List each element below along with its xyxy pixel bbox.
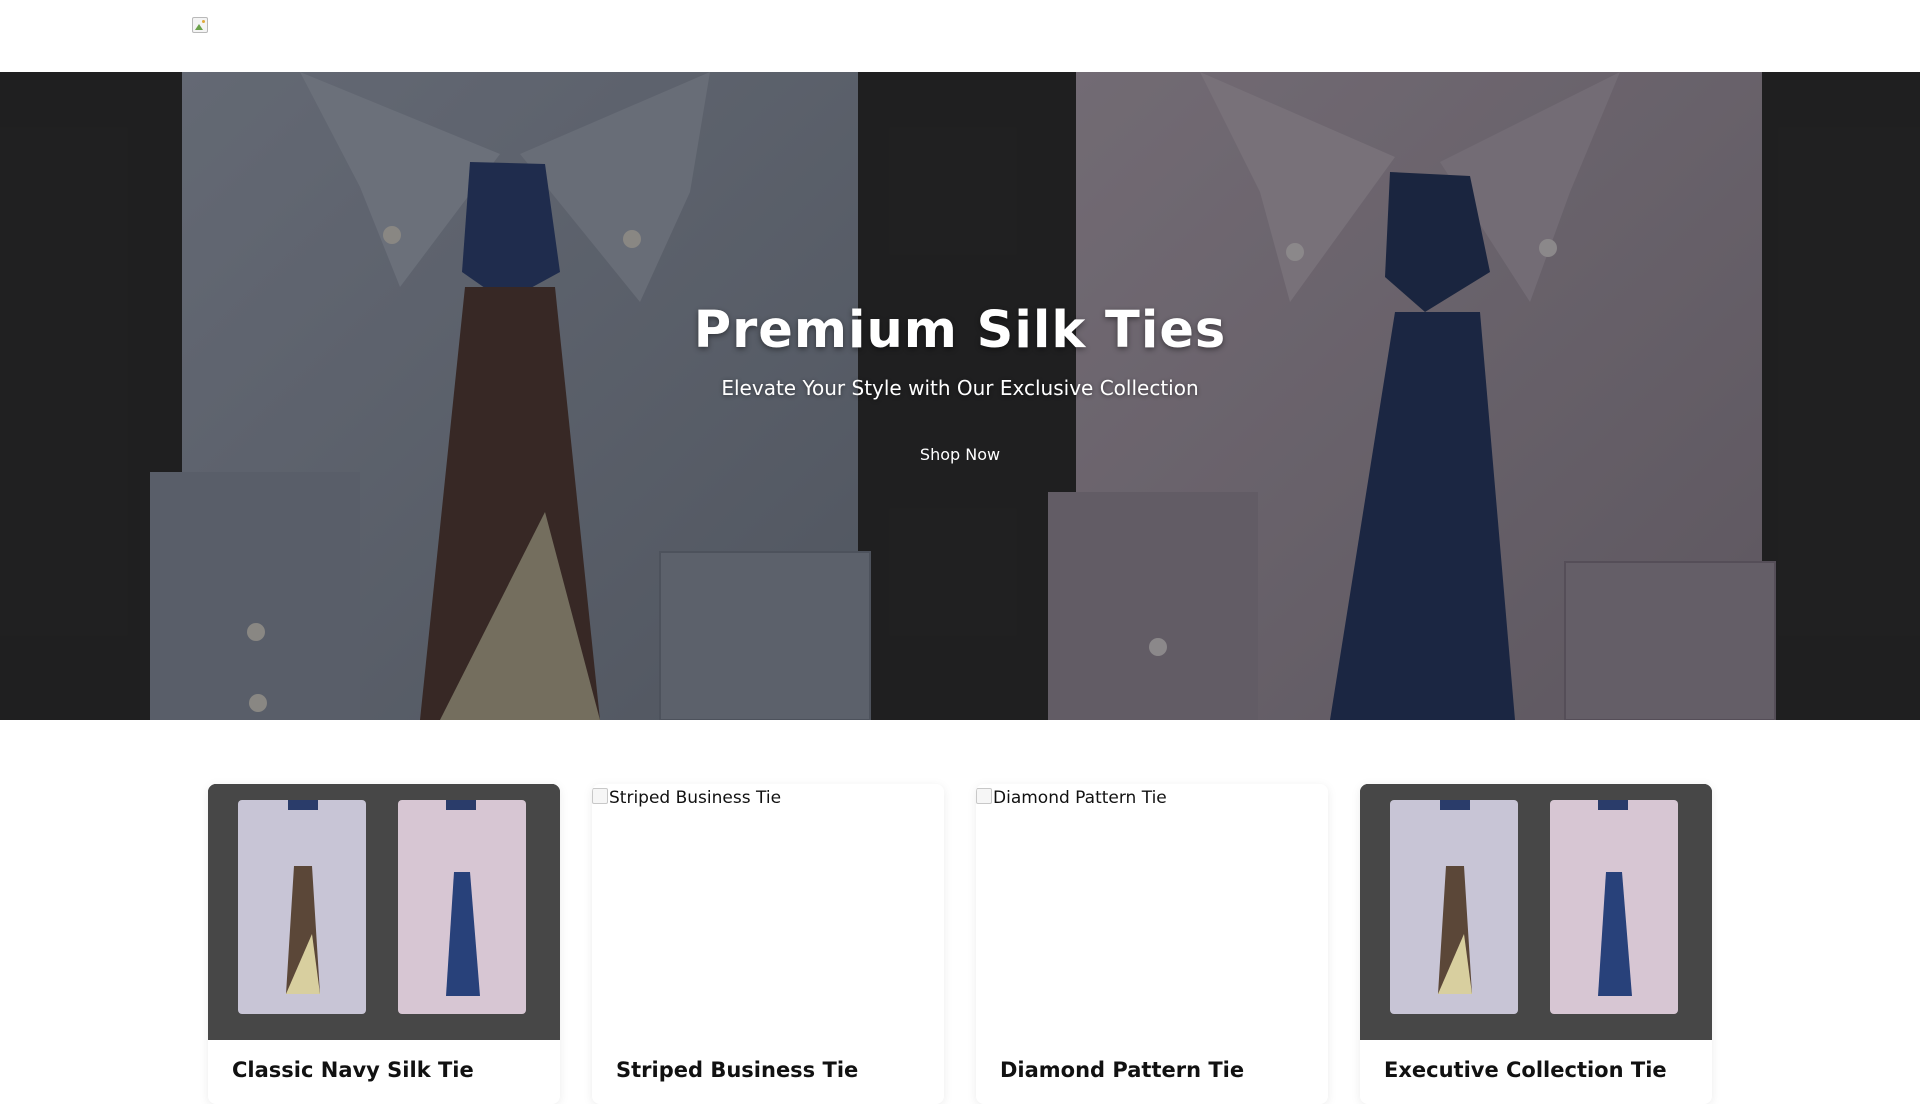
product-title: Classic Navy Silk Tie bbox=[232, 1058, 474, 1082]
site-header bbox=[0, 0, 1920, 72]
hero-banner: Premium Silk Ties Elevate Your Style wit… bbox=[0, 72, 1920, 720]
hero-title: Premium Silk Ties bbox=[693, 301, 1227, 360]
shop-now-button[interactable]: Shop Now bbox=[880, 434, 1040, 474]
product-grid: Classic Navy Silk Tie Striped Business T… bbox=[0, 720, 1920, 1104]
product-title: Diamond Pattern Tie bbox=[1000, 1058, 1245, 1082]
product-image: Diamond Pattern Tie bbox=[976, 784, 1328, 1040]
logo-link[interactable] bbox=[192, 17, 210, 35]
broken-image-icon bbox=[192, 17, 208, 33]
product-title: Striped Business Tie bbox=[616, 1058, 859, 1082]
product-image bbox=[1360, 784, 1712, 1040]
product-card[interactable]: Classic Navy Silk Tie bbox=[208, 784, 560, 1104]
hero-content: Premium Silk Ties Elevate Your Style wit… bbox=[0, 72, 1920, 720]
product-card[interactable]: Striped Business Tie Striped Business Ti… bbox=[592, 784, 944, 1104]
product-image: Striped Business Tie bbox=[592, 784, 944, 1040]
product-title: Executive Collection Tie bbox=[1384, 1058, 1667, 1082]
product-image bbox=[208, 784, 560, 1040]
image-alt-text: Diamond Pattern Tie bbox=[976, 788, 1167, 808]
product-card[interactable]: Diamond Pattern Tie Diamond Pattern Tie bbox=[976, 784, 1328, 1104]
image-alt-text: Striped Business Tie bbox=[592, 788, 781, 808]
hero-subtitle: Elevate Your Style with Our Exclusive Co… bbox=[721, 376, 1199, 400]
product-card[interactable]: Executive Collection Tie bbox=[1360, 784, 1712, 1104]
